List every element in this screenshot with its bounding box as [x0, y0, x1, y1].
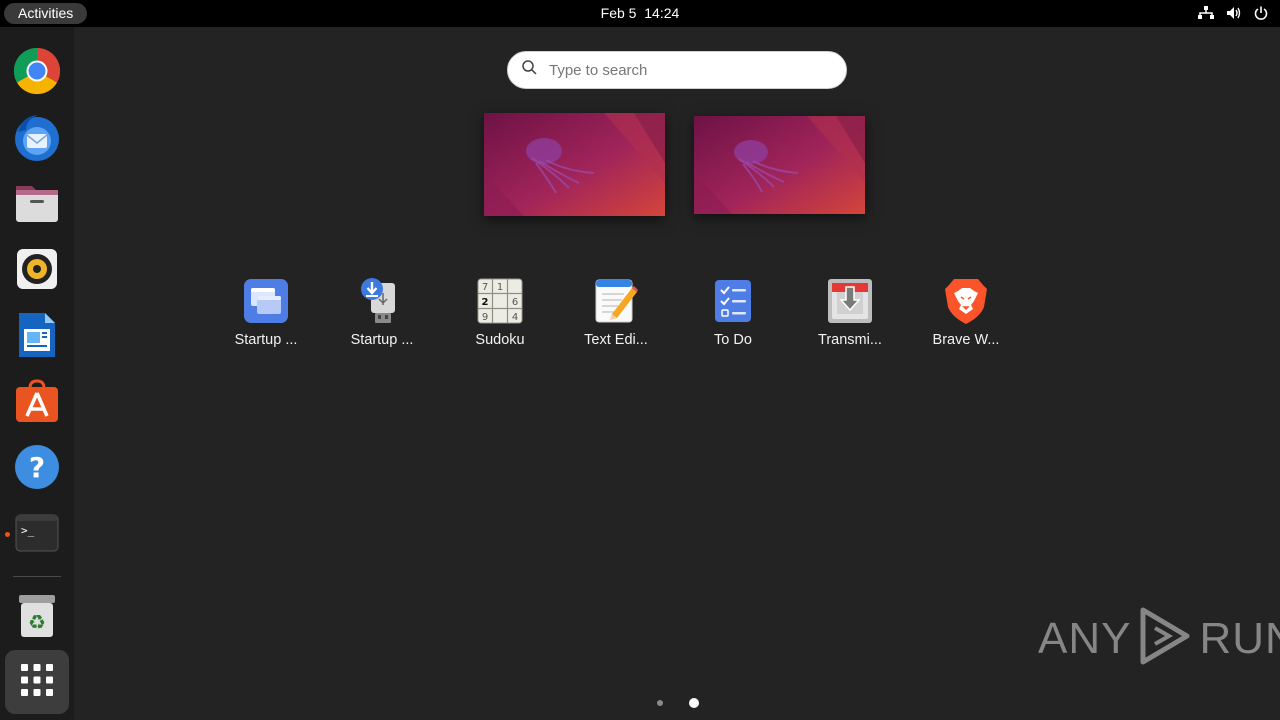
app-text-editor[interactable]: Text Edi... — [566, 276, 666, 348]
watermark-text-right: RUN — [1199, 613, 1280, 663]
app-label: Transmi... — [818, 332, 882, 348]
system-tray[interactable] — [1198, 4, 1268, 22]
sudoku-digit: 1 — [497, 282, 503, 293]
wallpaper-image — [694, 116, 865, 214]
help-icon: ? — [14, 444, 60, 495]
text-editor-icon — [591, 276, 641, 326]
search-bar[interactable] — [507, 51, 847, 89]
dock-item-terminal[interactable]: >_ — [10, 508, 64, 562]
chrome-icon — [13, 47, 61, 100]
anyrun-watermark: ANY RUN — [1038, 606, 1280, 671]
terminal-icon: >_ — [15, 514, 59, 557]
network-icon[interactable] — [1198, 6, 1214, 20]
app-label: Startup ... — [234, 332, 298, 348]
sudoku-digit: 6 — [512, 297, 518, 308]
files-icon — [14, 182, 60, 229]
page-dot-2[interactable] — [689, 698, 699, 708]
app-brave-web-browser[interactable]: Brave W... — [916, 276, 1016, 348]
dock-item-rhythmbox[interactable] — [10, 244, 64, 298]
search-icon — [522, 60, 537, 80]
top-bar: Activities Feb 5 14:24 — [0, 0, 1280, 27]
app-label: Startup ... — [350, 332, 414, 348]
page-dot-1[interactable] — [657, 700, 663, 706]
dock-item-files[interactable] — [10, 178, 64, 232]
wallpaper-image — [484, 113, 665, 216]
app-to-do[interactable]: To Do — [683, 276, 783, 348]
dock-separator — [13, 576, 61, 577]
transmission-icon — [825, 276, 875, 326]
workspace-thumbnail-2[interactable] — [694, 116, 865, 214]
activities-button[interactable]: Activities — [4, 3, 88, 24]
writer-icon — [17, 311, 57, 364]
page-indicator — [0, 697, 1280, 709]
startup-applications-icon — [241, 276, 291, 326]
svg-text:?: ? — [29, 451, 45, 484]
dock-item-trash[interactable]: ♻ — [10, 591, 64, 645]
app-label: Brave W... — [932, 332, 1000, 348]
sudoku-digit: 4 — [512, 312, 518, 323]
app-label: Text Edi... — [584, 332, 648, 348]
thunderbird-icon — [12, 112, 62, 167]
play-logo-icon — [1137, 606, 1193, 671]
app-label: To Do — [714, 332, 752, 348]
sudoku-icon: 7 1 2 6 9 4 — [475, 276, 525, 326]
svg-text:>_: >_ — [21, 524, 35, 537]
workspace-thumbnail-1[interactable] — [484, 113, 665, 216]
app-center-icon — [14, 378, 60, 429]
app-transmission[interactable]: Transmi... — [800, 276, 900, 348]
trash-icon: ♻ — [17, 593, 57, 644]
sudoku-digit: 9 — [482, 312, 488, 323]
app-label: Sudoku — [475, 332, 525, 348]
clock: Feb 5 14:24 — [0, 4, 1280, 22]
dock: ? >_ ♻ — [0, 27, 74, 720]
dock-item-thunderbird[interactable] — [10, 112, 64, 166]
dock-item-help[interactable]: ? — [10, 442, 64, 496]
svg-text:♻: ♻ — [28, 610, 46, 634]
todo-icon — [708, 276, 758, 326]
app-grid-icon — [20, 663, 54, 702]
app-sudoku[interactable]: 7 1 2 6 9 4 Sudoku — [450, 276, 550, 348]
startup-disk-creator-icon — [357, 276, 407, 326]
watermark-text-left: ANY — [1038, 613, 1132, 663]
dock-item-app-center[interactable] — [10, 376, 64, 430]
volume-icon[interactable] — [1226, 6, 1242, 20]
power-icon[interactable] — [1254, 6, 1268, 20]
app-startup-disk-creator[interactable]: Startup ... — [332, 276, 432, 348]
search-input[interactable] — [549, 61, 829, 79]
sudoku-digit: 2 — [482, 297, 489, 308]
brave-icon — [941, 276, 991, 326]
rhythmbox-icon — [15, 247, 59, 296]
clock-date: Feb 5 — [600, 5, 637, 21]
dock-item-libreoffice-writer[interactable] — [10, 310, 64, 364]
clock-time: 14:24 — [644, 5, 680, 21]
clock-button[interactable]: Feb 5 14:24 — [601, 5, 680, 21]
sudoku-digit: 7 — [482, 282, 488, 293]
app-startup-applications[interactable]: Startup ... — [216, 276, 316, 348]
dock-item-chrome[interactable] — [10, 46, 64, 100]
